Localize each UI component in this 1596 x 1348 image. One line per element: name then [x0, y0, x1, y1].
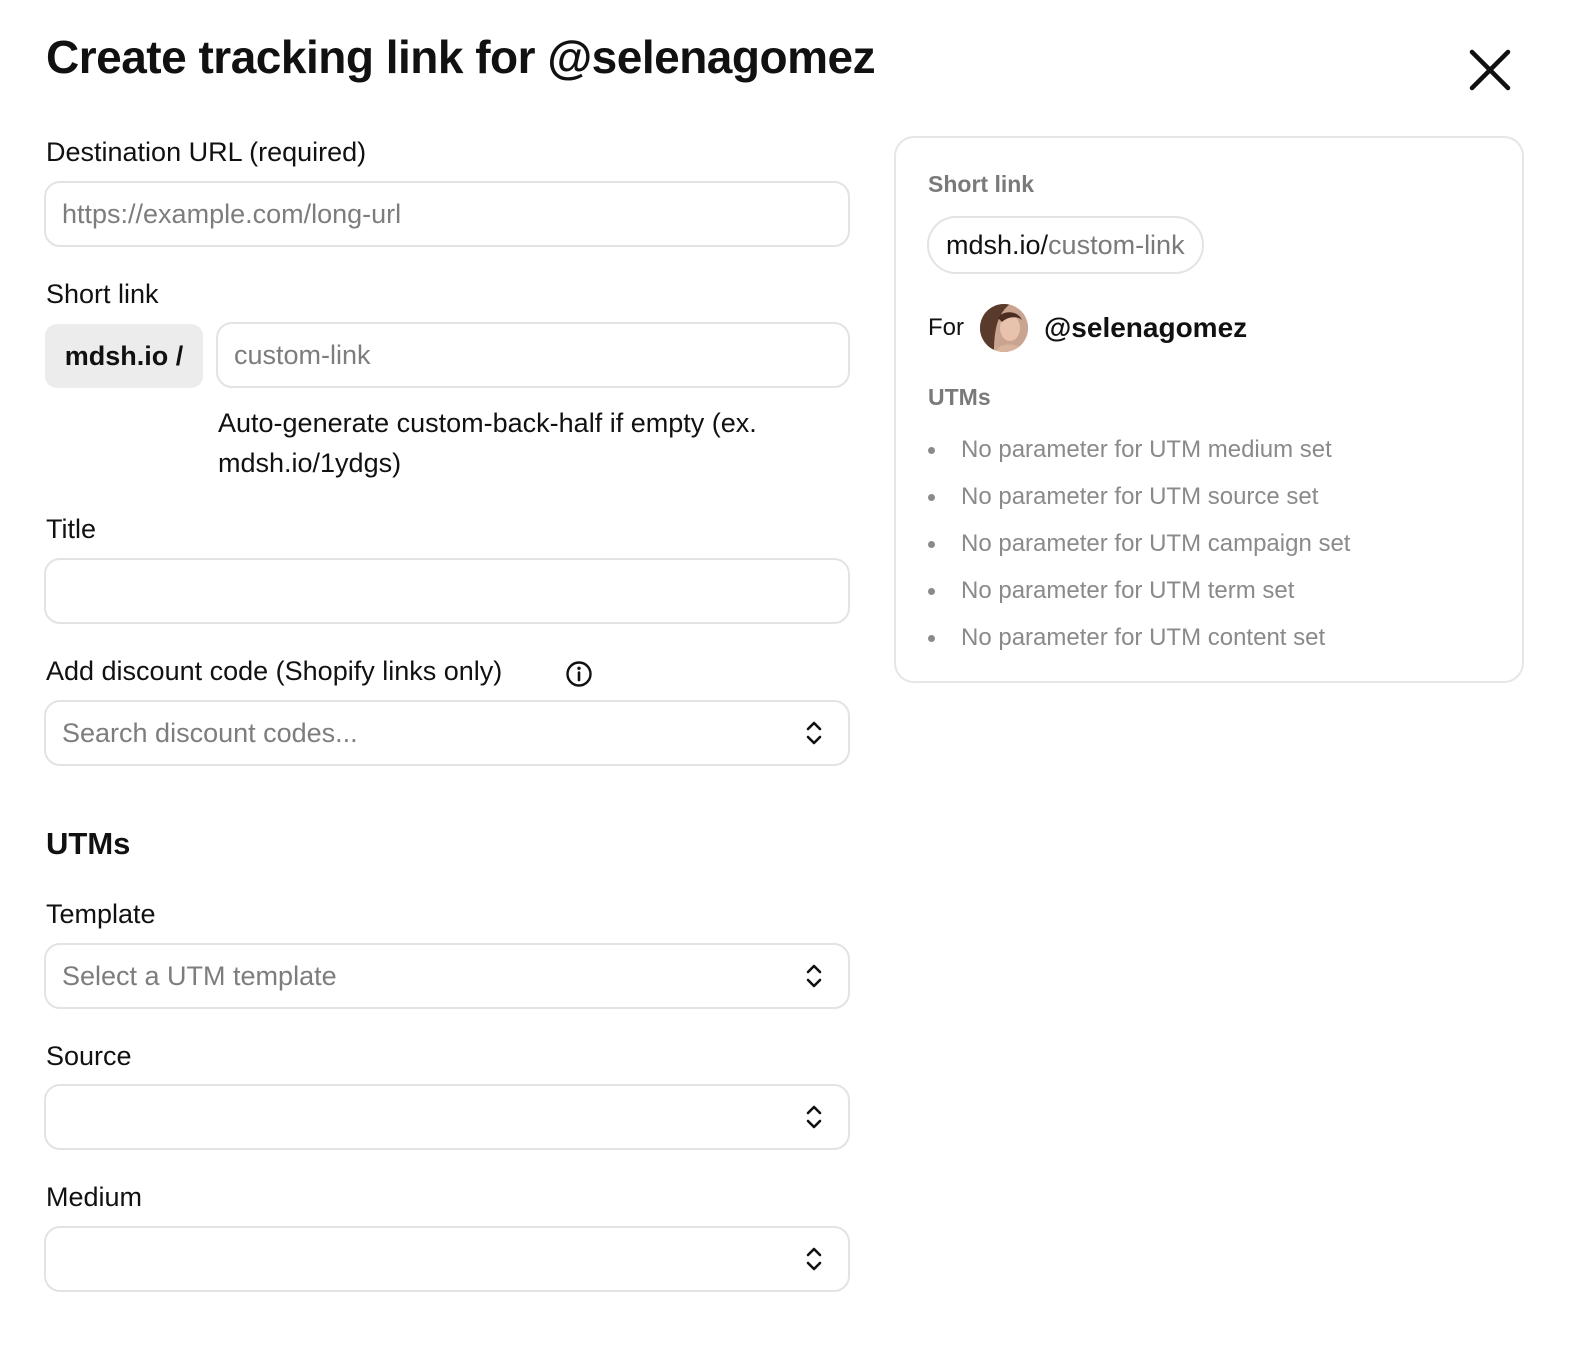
short-link-help-text: Auto-generate custom-back-half if empty … [218, 408, 757, 478]
utm-item-text: No parameter for UTM medium set [961, 435, 1332, 463]
chevron-up-down-icon [806, 721, 822, 745]
preview-link-slug: custom-link [1048, 229, 1185, 260]
short-link-prefix: mdsh.io / [45, 324, 203, 388]
list-item: No parameter for UTM source set [928, 473, 1350, 520]
bullet [928, 634, 935, 642]
title-label: Title [46, 514, 97, 544]
preview-short-link-label: Short link [928, 171, 1035, 197]
short-link-input[interactable]: custom-link [216, 322, 850, 388]
preview-utms-label: UTMs [928, 384, 991, 410]
destination-url-label: Destination URL (required) [46, 137, 367, 167]
short-link-placeholder: custom-link [234, 339, 371, 370]
discount-code-label: Add discount code (Shopify links only) [46, 656, 503, 686]
discount-code-select[interactable]: Search discount codes... [44, 700, 850, 766]
bullet [928, 446, 935, 454]
bullet [928, 540, 935, 548]
link-preview-card: Short link mdsh.io/custom-link For @sele… [894, 136, 1524, 683]
preview-for-label: For [928, 314, 964, 341]
utm-template-select[interactable]: Select a UTM template [44, 943, 850, 1009]
list-item: No parameter for UTM campaign set [928, 520, 1350, 567]
title-input[interactable] [44, 558, 850, 624]
utm-item-text: No parameter for UTM source set [961, 482, 1319, 510]
destination-url-input[interactable]: https://example.com/long-url [44, 181, 850, 247]
preview-link-pill: mdsh.io/custom-link [927, 216, 1204, 274]
template-label: Template [46, 899, 156, 929]
utm-item-text: No parameter for UTM campaign set [961, 529, 1351, 557]
utm-medium-select[interactable] [44, 1226, 850, 1292]
preview-for-row: For @selenagomez [928, 302, 1247, 354]
discount-code-placeholder: Search discount codes... [62, 717, 358, 748]
destination-url-placeholder: https://example.com/long-url [62, 198, 402, 229]
modal-title: Create tracking link for @selenagomez [46, 31, 876, 83]
info-icon[interactable] [565, 660, 593, 688]
chevron-up-down-icon [806, 1247, 822, 1271]
utm-source-select[interactable] [44, 1084, 850, 1150]
utm-item-text: No parameter for UTM term set [961, 576, 1295, 604]
preview-utm-list: No parameter for UTM medium set No param… [928, 426, 1350, 661]
medium-label: Medium [46, 1182, 143, 1212]
close-button[interactable] [1466, 46, 1514, 94]
create-tracking-link-modal: Create tracking link for @selenagomez De… [0, 0, 1596, 1348]
avatar [980, 304, 1028, 352]
preview-link-domain: mdsh.io/ [946, 229, 1049, 260]
utm-item-text: No parameter for UTM content set [961, 623, 1326, 651]
utm-template-placeholder: Select a UTM template [62, 960, 337, 991]
short-link-label: Short link [46, 279, 159, 309]
source-label: Source [46, 1041, 132, 1071]
preview-handle: @selenagomez [1044, 312, 1248, 343]
bullet [928, 587, 935, 595]
chevron-up-down-icon [806, 1105, 822, 1129]
list-item: No parameter for UTM medium set [928, 426, 1350, 473]
list-item: No parameter for UTM term set [928, 567, 1350, 614]
list-item: No parameter for UTM content set [928, 614, 1350, 661]
utms-heading: UTMs [46, 826, 131, 861]
chevron-up-down-icon [806, 964, 822, 988]
close-icon [1469, 49, 1511, 91]
bullet [928, 493, 935, 501]
